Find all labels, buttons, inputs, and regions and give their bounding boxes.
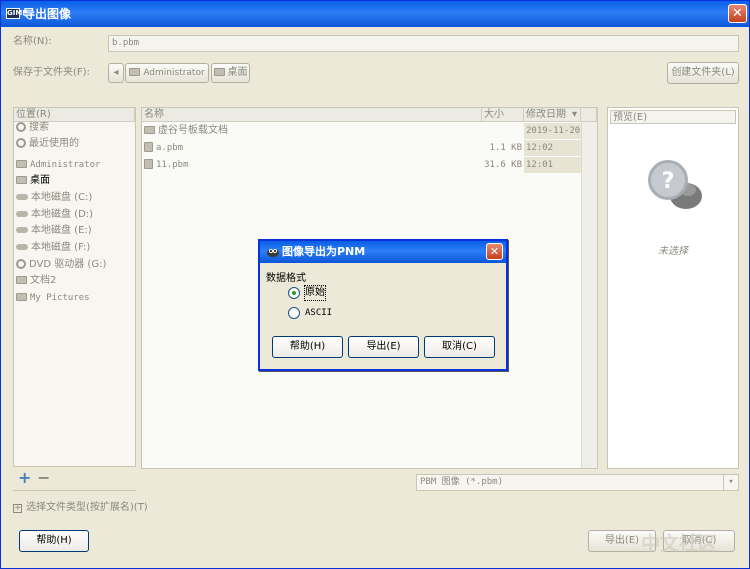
recent-icon <box>16 138 26 148</box>
folder-icon <box>144 126 155 134</box>
filetype-select[interactable]: PBM 图像 (*.pbm) ▾ <box>416 474 739 491</box>
app-icon: GIMP <box>6 8 28 19</box>
drive-icon <box>16 211 28 217</box>
preview-empty-text: 未选择 <box>658 246 688 257</box>
filetype-expander[interactable]: + 选择文件类型(按扩展名)(T) <box>13 501 148 515</box>
place-recent[interactable]: 最近使用的 <box>16 136 79 152</box>
dialog-titlebar: 图像导出为PNM ✕ <box>260 241 506 263</box>
preview-header[interactable]: 预览(E) <box>610 110 736 124</box>
preview-panel: 预览(E) ? 未选择 <box>607 107 739 469</box>
dvd-icon <box>16 259 26 269</box>
create-folder-button[interactable]: 创建文件夹(L) <box>667 62 739 84</box>
expander-icon: + <box>13 503 22 513</box>
place-doc2[interactable]: 文档2 <box>16 273 56 289</box>
file-row-size: 1.1 KB <box>489 143 522 153</box>
column-date-header[interactable]: 修改日期 ▾ <box>524 108 581 122</box>
file-row-date: 12:02 <box>526 143 554 153</box>
places-panel: 位置(R) 搜索 最近使用的 Administrator 桌面 本地磁盘 (C:… <box>13 107 136 467</box>
dialog-title: 图像导出为PNM <box>282 245 366 258</box>
place-desktop[interactable]: 桌面 <box>16 173 50 189</box>
radio-ascii[interactable] <box>288 307 300 319</box>
place-drive-c[interactable]: 本地磁盘 (C:) <box>16 190 92 206</box>
pnm-export-dialog: 图像导出为PNM ✕ 数据格式 原始 ASCII 帮助(H) 导出(E) 取消(… <box>258 239 508 371</box>
dialog-close-button[interactable]: ✕ <box>486 243 503 260</box>
dialog-export-button[interactable]: 导出(E) <box>348 336 419 358</box>
file-row-name[interactable]: 11.pbm <box>144 157 189 173</box>
file-row-date: 2019-11-20 <box>526 126 581 136</box>
gimp-icon <box>267 249 279 257</box>
dialog-help-button[interactable]: 帮助(H) <box>272 336 343 358</box>
dialog-cancel-button[interactable]: 取消(C) <box>424 336 495 358</box>
file-row-size <box>482 123 522 139</box>
file-icon <box>144 142 153 152</box>
radio-raw[interactable] <box>288 287 300 299</box>
folder-icon <box>16 276 27 284</box>
folder-icon <box>16 176 27 184</box>
place-drive-e[interactable]: 本地磁盘 (E:) <box>16 223 92 239</box>
add-place-button[interactable]: + <box>18 470 31 486</box>
crumb-administrator[interactable]: Administrator <box>125 63 209 83</box>
window-close-button[interactable]: ✕ <box>728 4 747 23</box>
place-drive-d[interactable]: 本地磁盘 (D:) <box>16 207 93 223</box>
drive-icon <box>16 194 28 200</box>
place-drive-f[interactable]: 本地磁盘 (F:) <box>16 240 90 256</box>
file-icon <box>144 159 153 169</box>
places-divider <box>13 490 136 491</box>
crumb-desktop[interactable]: 桌面 <box>211 63 250 83</box>
sort-arrow-icon: ▾ <box>571 109 577 120</box>
watermark: 中文社区 <box>641 533 718 555</box>
folder-icon <box>16 293 27 301</box>
export-image-window: GIMP 导出图像 ✕ 名称(N): b.pbm 保存于文件夹(F): ◂ Ad… <box>0 0 750 569</box>
window-titlebar: GIMP 导出图像 ✕ <box>1 1 749 27</box>
place-search[interactable]: 搜索 <box>16 120 49 136</box>
file-row-name[interactable]: a.pbm <box>144 140 183 156</box>
folder-icon <box>213 68 225 76</box>
file-row-date: 12:01 <box>526 160 554 170</box>
name-label: 名称(N): <box>13 36 52 47</box>
folder-icon <box>129 68 141 76</box>
window-title: 导出图像 <box>23 7 72 21</box>
path-back-button[interactable]: ◂ <box>108 63 124 83</box>
remove-place-button[interactable]: − <box>37 470 50 486</box>
place-my-pictures[interactable]: My Pictures <box>16 290 90 306</box>
question-mark-icon: ? <box>648 160 702 209</box>
place-administrator[interactable]: Administrator <box>16 157 100 173</box>
drive-icon <box>16 244 28 250</box>
drive-icon <box>16 227 28 233</box>
column-name-header[interactable]: 名称 <box>142 108 482 122</box>
chevron-down-icon: ▾ <box>723 475 738 490</box>
column-size-header[interactable]: 大小 <box>482 108 524 122</box>
place-dvd[interactable]: DVD 驱动器 (G:) <box>16 257 106 273</box>
folder-icon <box>16 160 27 168</box>
file-list-scrollbar[interactable] <box>581 122 597 468</box>
file-row-size: 31.6 KB <box>484 160 522 170</box>
column-filler <box>581 108 597 122</box>
save-folder-label: 保存于文件夹(F): <box>13 67 90 78</box>
help-button[interactable]: 帮助(H) <box>19 530 89 552</box>
data-format-label: 数据格式 <box>266 273 306 284</box>
filename-input[interactable]: b.pbm <box>108 35 739 52</box>
search-icon <box>16 122 26 132</box>
file-row-name[interactable]: 虚谷号板载文档 <box>144 123 228 139</box>
svg-text:?: ? <box>662 169 675 194</box>
